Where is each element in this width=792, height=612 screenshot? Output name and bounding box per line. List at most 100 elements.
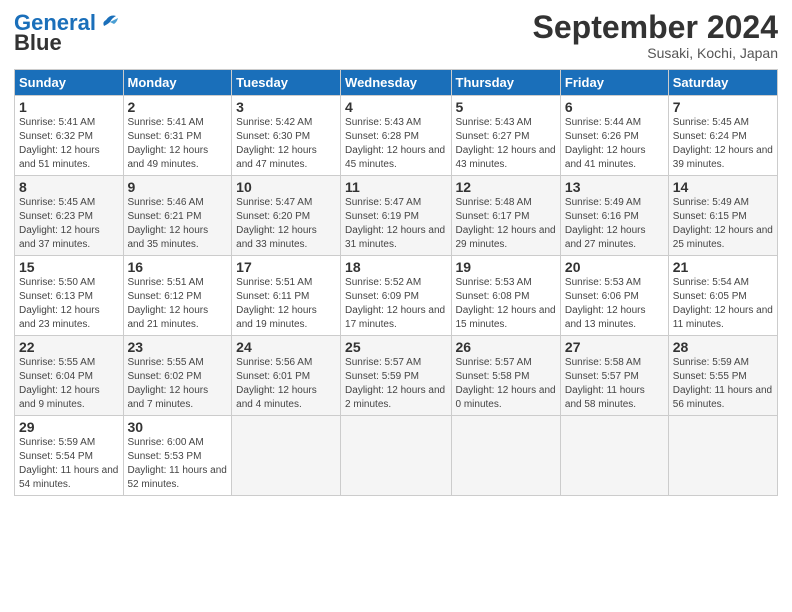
day-number: 12: [456, 179, 556, 195]
table-row: 3Sunrise: 5:42 AM Sunset: 6:30 PM Daylig…: [232, 96, 341, 176]
day-number: 25: [345, 339, 446, 355]
table-row: 12Sunrise: 5:48 AM Sunset: 6:17 PM Dayli…: [451, 176, 560, 256]
day-info: Sunrise: 5:43 AM Sunset: 6:28 PM Dayligh…: [345, 116, 446, 172]
table-row: 18Sunrise: 5:52 AM Sunset: 6:09 PM Dayli…: [341, 256, 451, 336]
table-row: [451, 416, 560, 496]
day-number: 13: [565, 179, 664, 195]
day-info: Sunrise: 5:51 AM Sunset: 6:11 PM Dayligh…: [236, 276, 336, 332]
day-number: 1: [19, 99, 119, 115]
day-info: Sunrise: 5:45 AM Sunset: 6:23 PM Dayligh…: [19, 196, 119, 252]
day-info: Sunrise: 5:41 AM Sunset: 6:32 PM Dayligh…: [19, 116, 119, 172]
day-number: 17: [236, 259, 336, 275]
table-row: 15Sunrise: 5:50 AM Sunset: 6:13 PM Dayli…: [15, 256, 124, 336]
logo: General Blue: [14, 10, 120, 56]
table-row: [668, 416, 777, 496]
table-row: 4Sunrise: 5:43 AM Sunset: 6:28 PM Daylig…: [341, 96, 451, 176]
day-info: Sunrise: 6:00 AM Sunset: 5:53 PM Dayligh…: [128, 436, 228, 492]
day-number: 14: [673, 179, 773, 195]
day-info: Sunrise: 5:54 AM Sunset: 6:05 PM Dayligh…: [673, 276, 773, 332]
location: Susaki, Kochi, Japan: [533, 45, 778, 61]
day-info: Sunrise: 5:59 AM Sunset: 5:55 PM Dayligh…: [673, 356, 773, 412]
table-row: 1Sunrise: 5:41 AM Sunset: 6:32 PM Daylig…: [15, 96, 124, 176]
day-info: Sunrise: 5:56 AM Sunset: 6:01 PM Dayligh…: [236, 356, 336, 412]
day-number: 28: [673, 339, 773, 355]
table-row: 25Sunrise: 5:57 AM Sunset: 5:59 PM Dayli…: [341, 336, 451, 416]
table-row: [232, 416, 341, 496]
day-number: 9: [128, 179, 228, 195]
day-info: Sunrise: 5:57 AM Sunset: 5:59 PM Dayligh…: [345, 356, 446, 412]
day-info: Sunrise: 5:57 AM Sunset: 5:58 PM Dayligh…: [456, 356, 556, 412]
day-number: 22: [19, 339, 119, 355]
day-number: 27: [565, 339, 664, 355]
day-info: Sunrise: 5:51 AM Sunset: 6:12 PM Dayligh…: [128, 276, 228, 332]
table-row: [560, 416, 668, 496]
day-info: Sunrise: 5:44 AM Sunset: 6:26 PM Dayligh…: [565, 116, 664, 172]
table-row: 23Sunrise: 5:55 AM Sunset: 6:02 PM Dayli…: [123, 336, 232, 416]
day-info: Sunrise: 5:47 AM Sunset: 6:19 PM Dayligh…: [345, 196, 446, 252]
day-number: 21: [673, 259, 773, 275]
table-row: 5Sunrise: 5:43 AM Sunset: 6:27 PM Daylig…: [451, 96, 560, 176]
day-info: Sunrise: 5:45 AM Sunset: 6:24 PM Dayligh…: [673, 116, 773, 172]
day-number: 15: [19, 259, 119, 275]
weekday-header-friday: Friday: [560, 70, 668, 96]
logo-blue: Blue: [14, 30, 62, 56]
day-number: 2: [128, 99, 228, 115]
table-row: 26Sunrise: 5:57 AM Sunset: 5:58 PM Dayli…: [451, 336, 560, 416]
logo-bird-icon: [98, 12, 120, 30]
table-row: 11Sunrise: 5:47 AM Sunset: 6:19 PM Dayli…: [341, 176, 451, 256]
day-info: Sunrise: 5:42 AM Sunset: 6:30 PM Dayligh…: [236, 116, 336, 172]
day-number: 18: [345, 259, 446, 275]
table-row: 24Sunrise: 5:56 AM Sunset: 6:01 PM Dayli…: [232, 336, 341, 416]
table-row: 14Sunrise: 5:49 AM Sunset: 6:15 PM Dayli…: [668, 176, 777, 256]
weekday-header-monday: Monday: [123, 70, 232, 96]
table-row: 7Sunrise: 5:45 AM Sunset: 6:24 PM Daylig…: [668, 96, 777, 176]
day-info: Sunrise: 5:53 AM Sunset: 6:08 PM Dayligh…: [456, 276, 556, 332]
table-row: 22Sunrise: 5:55 AM Sunset: 6:04 PM Dayli…: [15, 336, 124, 416]
day-info: Sunrise: 5:48 AM Sunset: 6:17 PM Dayligh…: [456, 196, 556, 252]
day-info: Sunrise: 5:52 AM Sunset: 6:09 PM Dayligh…: [345, 276, 446, 332]
table-row: 17Sunrise: 5:51 AM Sunset: 6:11 PM Dayli…: [232, 256, 341, 336]
day-number: 6: [565, 99, 664, 115]
table-row: 29Sunrise: 5:59 AM Sunset: 5:54 PM Dayli…: [15, 416, 124, 496]
weekday-header-sunday: Sunday: [15, 70, 124, 96]
day-info: Sunrise: 5:46 AM Sunset: 6:21 PM Dayligh…: [128, 196, 228, 252]
weekday-header-thursday: Thursday: [451, 70, 560, 96]
day-number: 30: [128, 419, 228, 435]
day-number: 29: [19, 419, 119, 435]
day-number: 24: [236, 339, 336, 355]
table-row: [341, 416, 451, 496]
day-number: 19: [456, 259, 556, 275]
month-title: September 2024: [533, 10, 778, 45]
header: General Blue September 2024 Susaki, Koch…: [14, 10, 778, 61]
table-row: 19Sunrise: 5:53 AM Sunset: 6:08 PM Dayli…: [451, 256, 560, 336]
weekday-header-wednesday: Wednesday: [341, 70, 451, 96]
day-number: 26: [456, 339, 556, 355]
table-row: 8Sunrise: 5:45 AM Sunset: 6:23 PM Daylig…: [15, 176, 124, 256]
table-row: 20Sunrise: 5:53 AM Sunset: 6:06 PM Dayli…: [560, 256, 668, 336]
day-number: 4: [345, 99, 446, 115]
day-info: Sunrise: 5:49 AM Sunset: 6:16 PM Dayligh…: [565, 196, 664, 252]
day-info: Sunrise: 5:59 AM Sunset: 5:54 PM Dayligh…: [19, 436, 119, 492]
weekday-header-saturday: Saturday: [668, 70, 777, 96]
day-number: 8: [19, 179, 119, 195]
day-number: 3: [236, 99, 336, 115]
day-info: Sunrise: 5:55 AM Sunset: 6:04 PM Dayligh…: [19, 356, 119, 412]
day-number: 11: [345, 179, 446, 195]
day-number: 20: [565, 259, 664, 275]
table-row: 21Sunrise: 5:54 AM Sunset: 6:05 PM Dayli…: [668, 256, 777, 336]
table-row: 27Sunrise: 5:58 AM Sunset: 5:57 PM Dayli…: [560, 336, 668, 416]
day-number: 7: [673, 99, 773, 115]
title-section: September 2024 Susaki, Kochi, Japan: [533, 10, 778, 61]
table-row: 16Sunrise: 5:51 AM Sunset: 6:12 PM Dayli…: [123, 256, 232, 336]
day-number: 10: [236, 179, 336, 195]
table-row: 9Sunrise: 5:46 AM Sunset: 6:21 PM Daylig…: [123, 176, 232, 256]
day-info: Sunrise: 5:55 AM Sunset: 6:02 PM Dayligh…: [128, 356, 228, 412]
weekday-header-tuesday: Tuesday: [232, 70, 341, 96]
table-row: 6Sunrise: 5:44 AM Sunset: 6:26 PM Daylig…: [560, 96, 668, 176]
day-info: Sunrise: 5:43 AM Sunset: 6:27 PM Dayligh…: [456, 116, 556, 172]
day-number: 5: [456, 99, 556, 115]
day-info: Sunrise: 5:41 AM Sunset: 6:31 PM Dayligh…: [128, 116, 228, 172]
day-info: Sunrise: 5:53 AM Sunset: 6:06 PM Dayligh…: [565, 276, 664, 332]
day-info: Sunrise: 5:50 AM Sunset: 6:13 PM Dayligh…: [19, 276, 119, 332]
day-info: Sunrise: 5:49 AM Sunset: 6:15 PM Dayligh…: [673, 196, 773, 252]
